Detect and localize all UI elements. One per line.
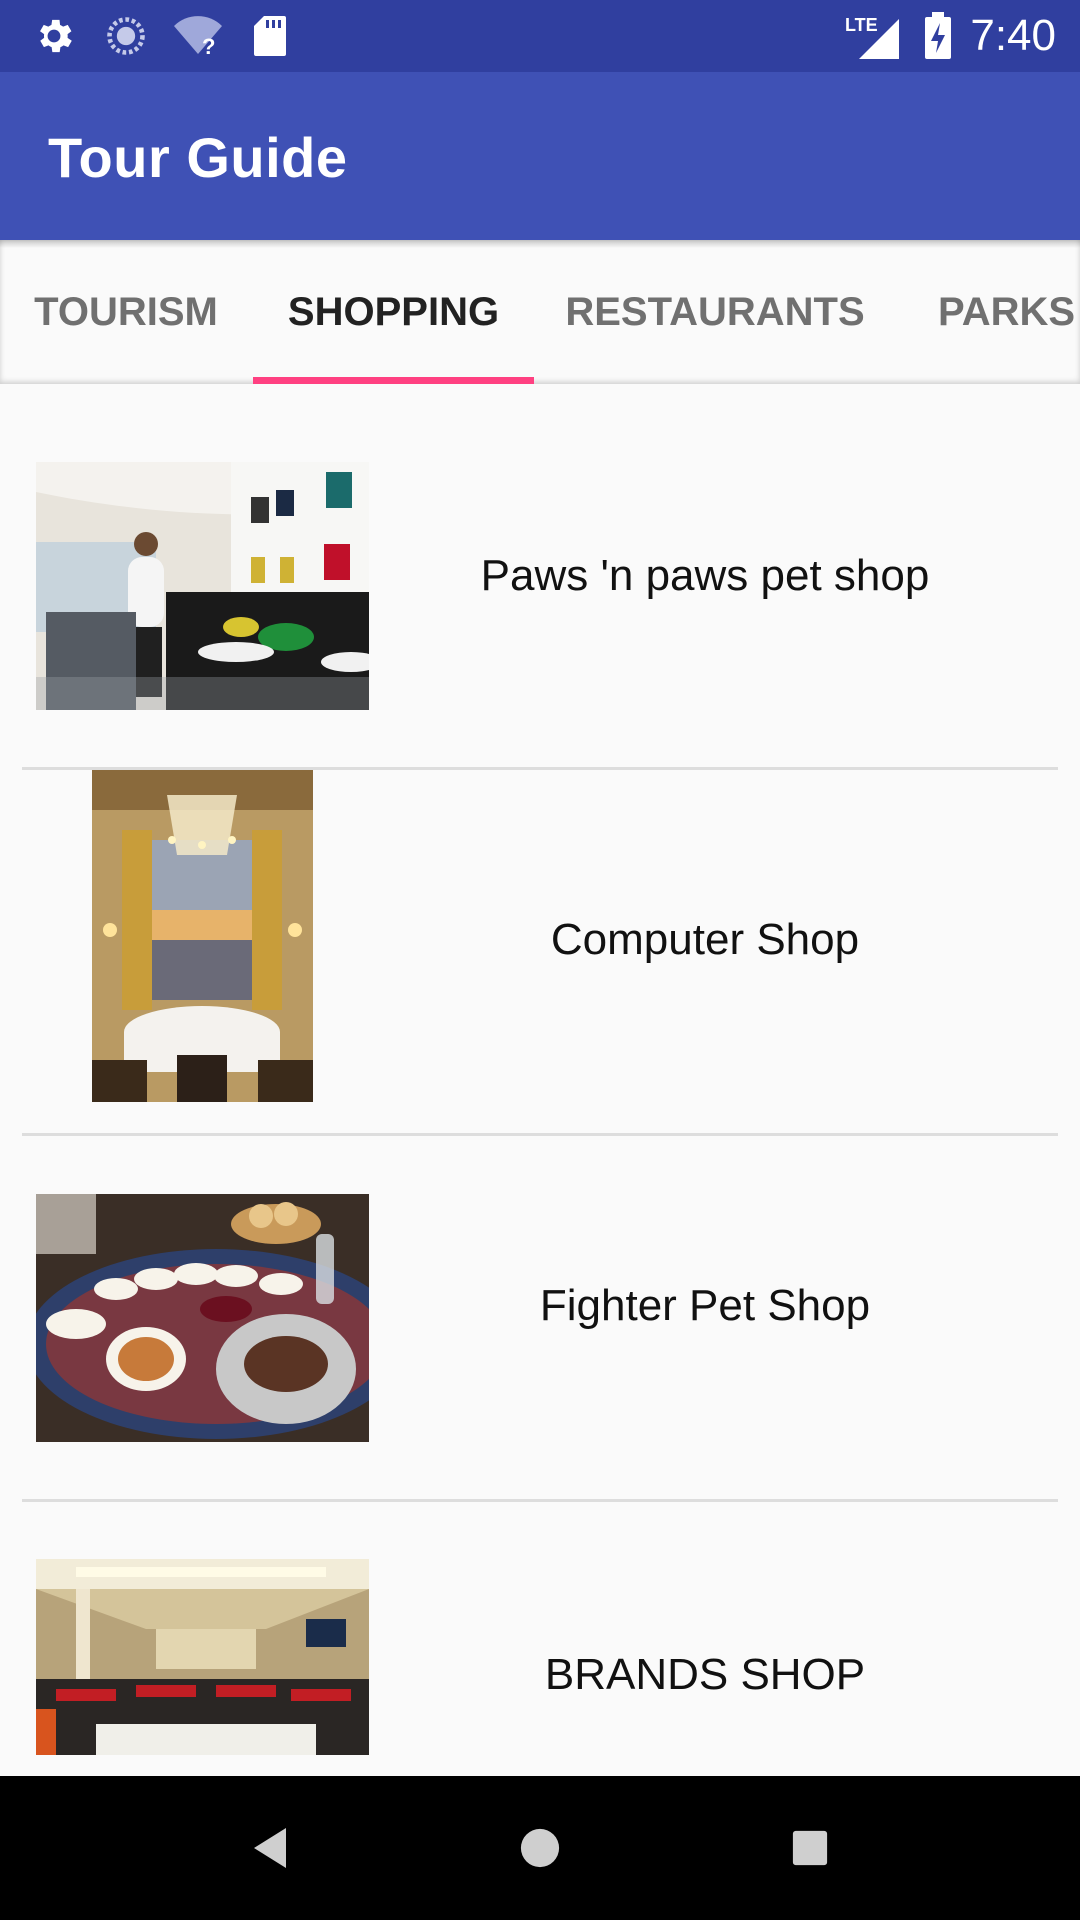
status-bar: ? LTE 7:40 bbox=[0, 0, 1080, 72]
tab-restaurants[interactable]: RESTAURANTS bbox=[550, 240, 880, 384]
network-type-label: LTE bbox=[845, 15, 878, 35]
list-item-label: Fighter Pet Shop bbox=[539, 1281, 871, 1330]
list-item-label: BRANDS SHOP bbox=[544, 1650, 866, 1699]
recents-icon[interactable] bbox=[770, 1776, 850, 1920]
tab-tourism[interactable]: TOURISM bbox=[16, 240, 236, 384]
tab-bar: TOURISM SHOPPING RESTAURANTS PARKS bbox=[0, 240, 1080, 384]
list-item[interactable]: Fighter Pet Shop bbox=[0, 1136, 1080, 1501]
signal-icon: LTE bbox=[842, 0, 902, 72]
tab-indicator bbox=[253, 377, 534, 384]
restaurant-interior-image bbox=[36, 462, 369, 710]
svg-text:?: ? bbox=[202, 34, 215, 58]
tab-parks[interactable]: PARKS bbox=[920, 240, 1080, 384]
gear-icon bbox=[30, 0, 78, 72]
sd-card-icon bbox=[250, 0, 290, 72]
list-item-label: Paws 'n paws pet shop bbox=[480, 551, 930, 600]
list-item-label: Computer Shop bbox=[550, 915, 860, 964]
home-icon[interactable] bbox=[500, 1776, 580, 1920]
chandelier-dining-image bbox=[92, 770, 313, 1102]
app-bar: Tour Guide bbox=[0, 72, 1080, 240]
wifi-unknown-icon: ? bbox=[170, 0, 226, 72]
app-title: Tour Guide bbox=[48, 126, 348, 189]
back-icon[interactable] bbox=[230, 1776, 310, 1920]
food-platter-image bbox=[36, 1194, 369, 1442]
battery-charging-icon bbox=[920, 0, 956, 72]
list-item[interactable]: Computer Shop bbox=[0, 770, 1080, 1135]
status-time: 7:40 bbox=[970, 11, 1056, 60]
navigation-bar bbox=[0, 1776, 1080, 1920]
banquet-hall-image bbox=[36, 1559, 369, 1755]
sync-icon bbox=[102, 0, 150, 72]
app-bar-shadow bbox=[0, 240, 1080, 248]
list-item[interactable]: Paws 'n paws pet shop bbox=[0, 384, 1080, 769]
tab-shopping[interactable]: SHOPPING bbox=[253, 240, 534, 384]
list-item[interactable]: BRANDS SHOP bbox=[0, 1502, 1080, 1776]
